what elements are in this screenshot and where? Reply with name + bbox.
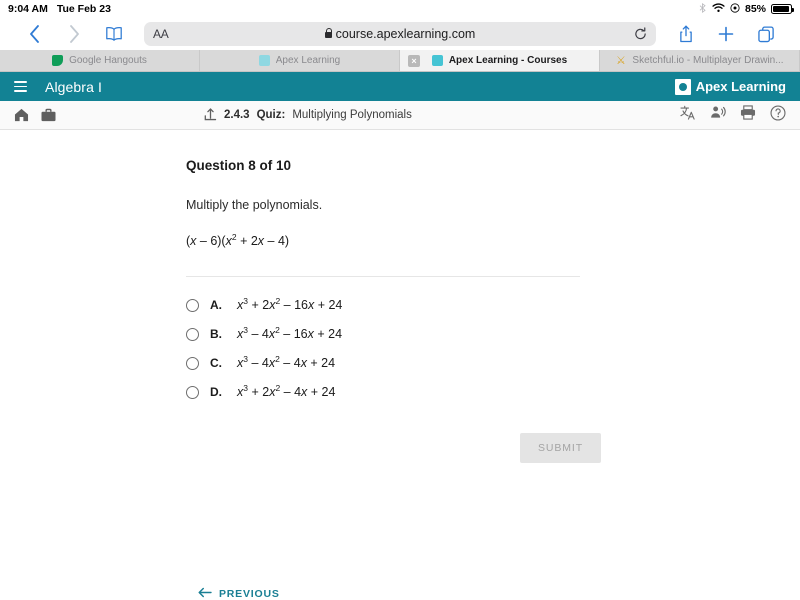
address-bar[interactable]: AA course.apexlearning.com [144,22,656,46]
answer-option-a[interactable]: A. x3 + 2x2 – 16x + 24 [186,295,800,312]
reload-icon[interactable] [634,27,647,41]
ios-status-bar: 9:04 AM Tue Feb 23 85% [0,0,800,18]
browser-tab-apex-learning[interactable]: Apex Learning [200,50,400,71]
course-title: Algebra I [45,78,102,95]
apex-logo-mark [674,78,691,95]
lock-icon [324,27,333,38]
back-chevron-icon[interactable] [14,19,54,49]
home-icon[interactable] [14,108,41,122]
tab-label: Apex Learning [275,55,341,66]
quiz-footer: PREVIOUS [0,565,800,600]
arrow-left-icon [198,587,212,600]
forward-chevron-icon [54,19,94,49]
option-text: x3 + 2x2 – 4x + 24 [237,382,336,399]
print-icon[interactable] [740,105,756,125]
close-icon[interactable]: × [408,54,420,67]
status-date: Tue Feb 23 [56,3,111,15]
option-letter: B. [210,327,222,341]
option-text: x3 – 4x2 – 16x + 24 [237,324,343,341]
option-letter: A. [210,298,222,312]
browser-toolbar: AA course.apexlearning.com [0,18,800,50]
exit-up-arrow-icon[interactable] [204,107,217,124]
status-time: 9:04 AM [8,3,48,15]
bluetooth-icon [698,2,707,16]
apex-learning-logo: Apex Learning [674,78,786,95]
browser-tab-apex-learning-courses[interactable]: × Apex Learning - Courses [400,50,600,71]
wifi-icon [712,2,725,16]
tab-label: Sketchful.io - Multiplayer Drawin... [632,55,784,66]
previous-button[interactable]: PREVIOUS [198,587,280,600]
quiz-content: Question 8 of 10 Multiply the polynomial… [0,130,800,565]
activity-name: Multiplying Polynomials [292,109,412,121]
question-header: Question 8 of 10 [186,158,292,173]
browser-tab-strip: Google Hangouts Apex Learning × Apex Lea… [0,50,800,72]
brand-name: Apex Learning [695,79,786,94]
radio-button[interactable] [186,298,199,312]
breadcrumb: 2.4.3 Quiz: Multiplying Polynomials [204,107,412,124]
hamburger-menu-icon[interactable] [14,81,27,92]
plus-icon[interactable] [706,19,746,49]
text-size-button[interactable]: AA [153,27,169,41]
apex-favicon [258,55,270,66]
option-text: x3 + 2x2 – 16x + 24 [237,295,343,312]
divider [186,276,580,277]
url-text: course.apexlearning.com [335,27,476,41]
apex-favicon [431,55,443,66]
radio-button[interactable] [186,385,199,399]
radio-button[interactable] [186,327,199,341]
tab-label: Google Hangouts [69,55,147,66]
book-icon[interactable] [94,19,134,49]
battery-icon [771,4,794,14]
answer-options-list: A. x3 + 2x2 – 16x + 24 B. x3 – 4x2 – 16x… [186,295,800,399]
translate-icon[interactable] [680,105,696,125]
battery-percent: 85% [744,3,766,15]
submit-area: SUBMIT [186,433,800,463]
option-text: x3 – 4x2 – 4x + 24 [237,353,336,370]
apex-header-bar: Algebra I Apex Learning [0,72,800,101]
lesson-number: 2.4.3 [224,109,250,121]
help-icon[interactable] [770,104,786,126]
browser-tab-google-hangouts[interactable]: Google Hangouts [0,50,200,71]
tab-label: Apex Learning - Courses [448,55,568,66]
answer-option-d[interactable]: D. x3 + 2x2 – 4x + 24 [186,382,800,399]
activity-type: Quiz: [256,109,286,121]
submit-button[interactable]: SUBMIT [520,433,602,463]
radio-button[interactable] [186,356,199,370]
sketchful-favicon: ⚔ [615,55,626,67]
option-letter: C. [210,356,222,370]
read-aloud-icon[interactable] [710,105,726,125]
answer-option-c[interactable]: C. x3 – 4x2 – 4x + 24 [186,353,800,370]
tabs-overview-icon[interactable] [746,19,786,49]
activity-subnav: 2.4.3 Quiz: Multiplying Polynomials [0,101,800,130]
option-letter: D. [210,385,222,399]
question-prompt: Multiply the polynomials. [186,198,323,212]
browser-tab-sketchful[interactable]: ⚔ Sketchful.io - Multiplayer Drawin... [600,50,800,71]
previous-label: PREVIOUS [219,587,280,600]
question-expression: (x – 6)(x2 + 2x – 4) [186,231,290,248]
hangouts-favicon [52,55,64,66]
briefcase-icon[interactable] [41,108,68,122]
share-icon[interactable] [666,19,706,49]
answer-option-b[interactable]: B. x3 – 4x2 – 16x + 24 [186,324,800,341]
location-icon [730,2,740,16]
